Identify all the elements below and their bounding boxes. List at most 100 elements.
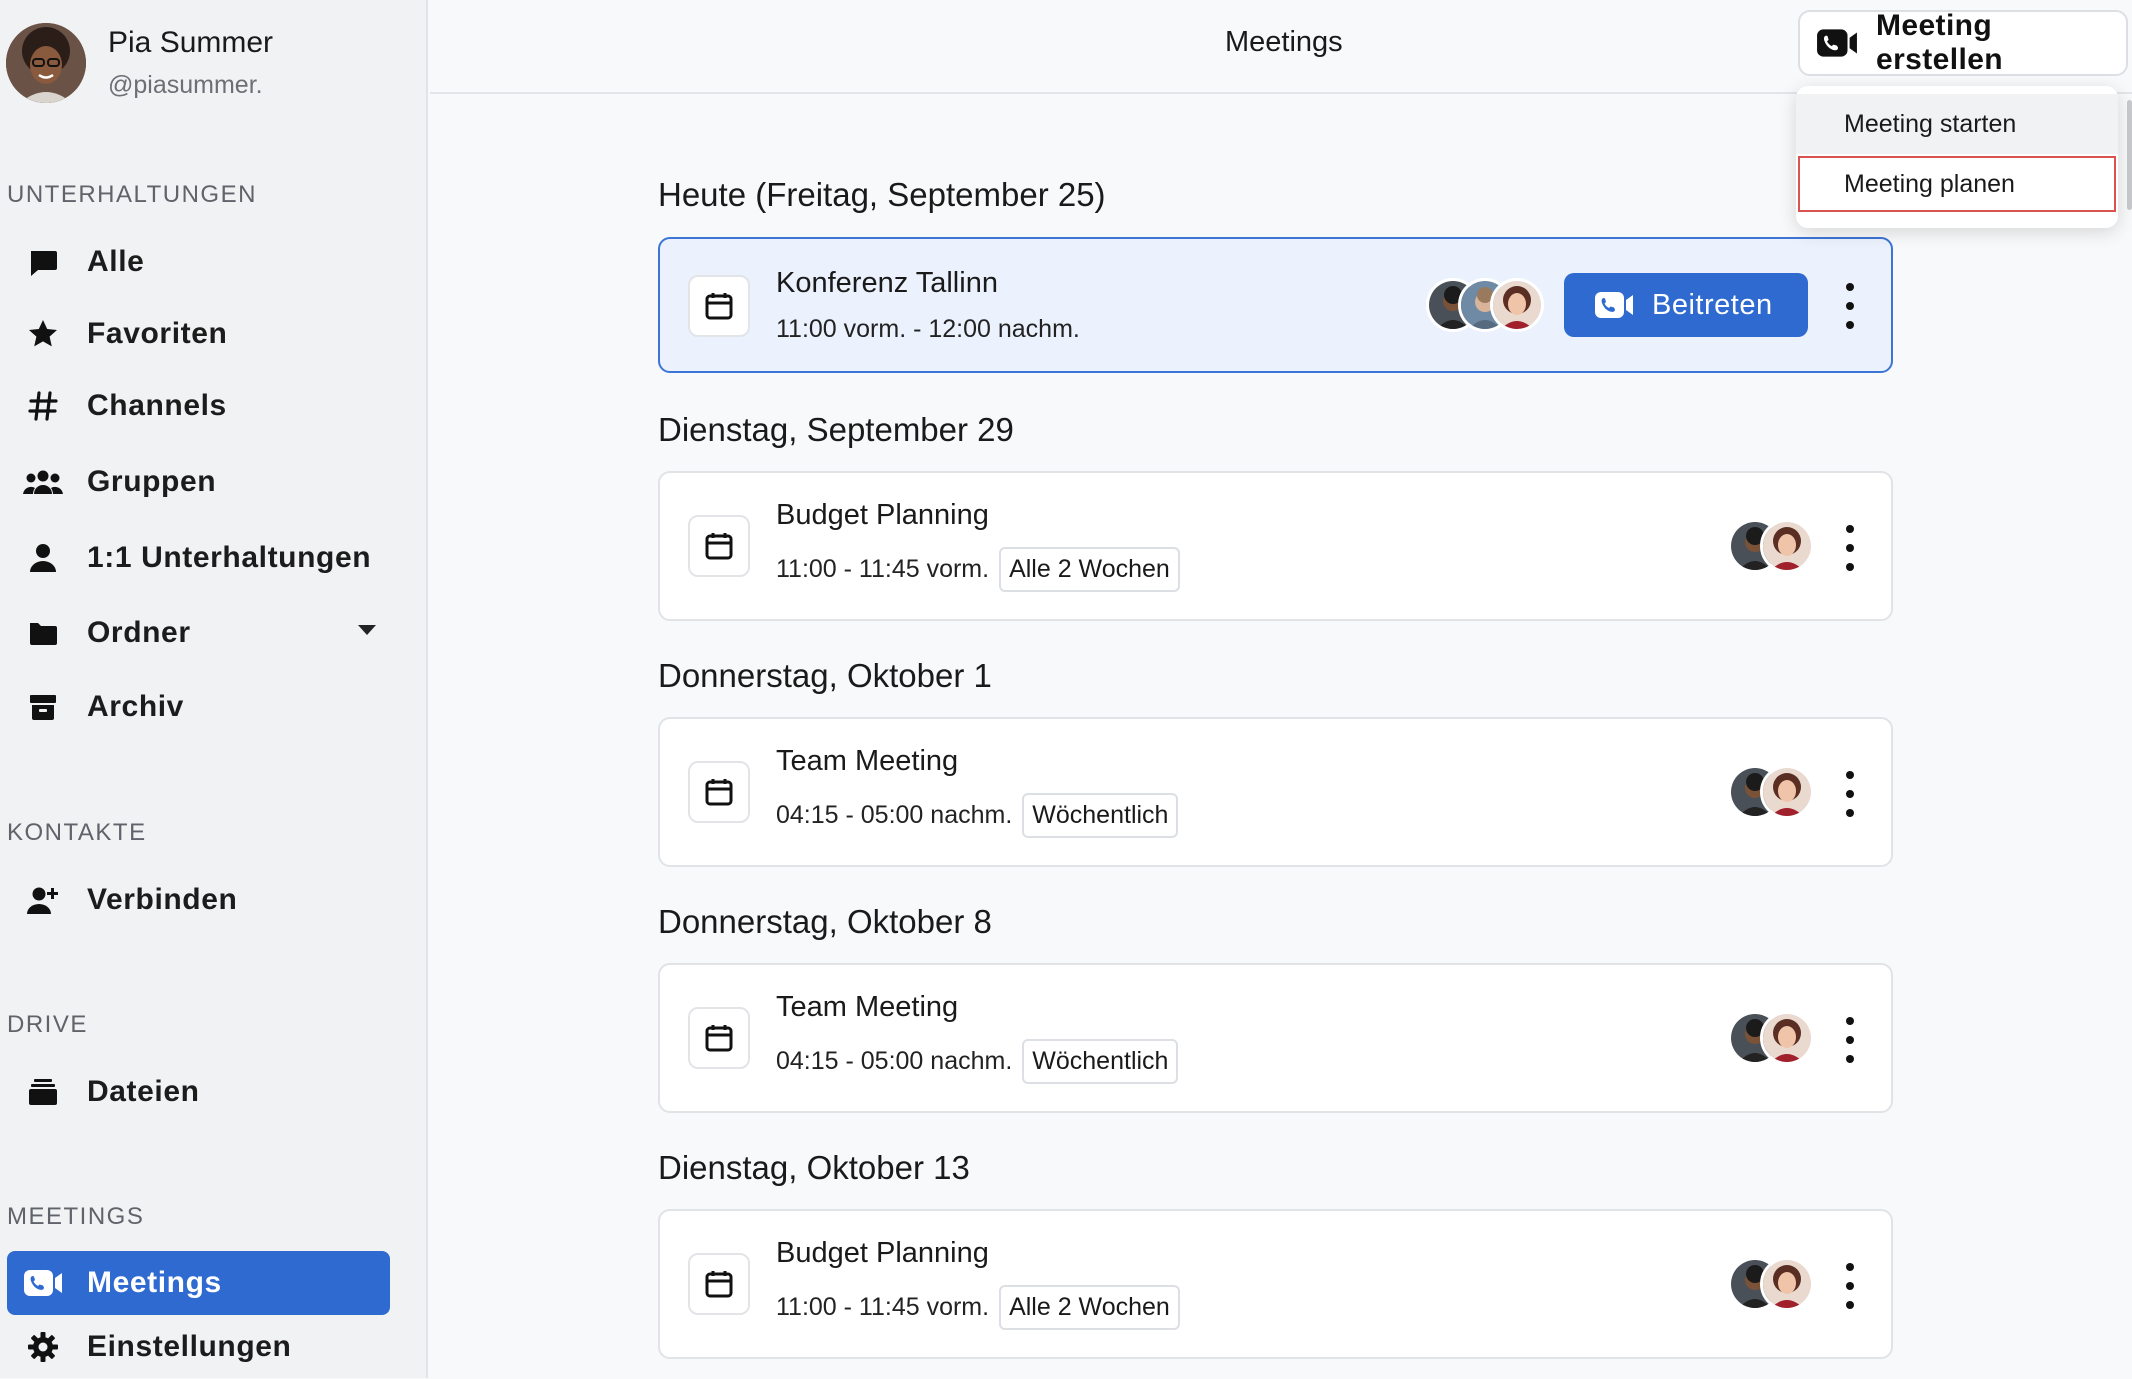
calendar-icon — [688, 275, 750, 337]
meeting-time-row: 11:00 vorm. - 12:00 nachm. — [776, 315, 1080, 344]
avatar — [1760, 1011, 1814, 1065]
calendar-icon — [688, 1007, 750, 1069]
participant-avatars[interactable] — [1426, 278, 1544, 332]
avatar — [1760, 765, 1814, 819]
meeting-card[interactable]: Budget Planning 11:00 - 11:45 vorm. Alle… — [658, 471, 1893, 621]
day-heading: Donnerstag, Oktober 1 — [658, 657, 992, 694]
sidebar-item-settings[interactable]: Einstellungen — [7, 1315, 390, 1379]
star-icon — [23, 314, 63, 354]
participant-avatars[interactable] — [1728, 765, 1814, 819]
video-camera-icon — [1594, 291, 1634, 319]
sidebar-item-groups[interactable]: Gruppen — [7, 450, 390, 514]
sidebar-item-meetings[interactable]: Meetings — [7, 1251, 390, 1315]
meeting-card[interactable]: Team Meeting 04:15 - 05:00 nachm. Wöchen… — [658, 963, 1893, 1113]
meeting-card[interactable]: Budget Planning 11:00 - 11:45 vorm. Alle… — [658, 1209, 1893, 1359]
sidebar-item-connect[interactable]: Verbinden — [7, 868, 390, 932]
sidebar-item-label: Einstellungen — [87, 1330, 292, 1363]
day-heading: Donnerstag, Oktober 8 — [658, 903, 992, 940]
recurrence-badge: Alle 2 Wochen — [999, 1285, 1180, 1330]
person-icon — [23, 538, 63, 578]
join-button[interactable]: Beitreten — [1564, 273, 1808, 337]
more-options-icon[interactable] — [1840, 1017, 1860, 1063]
sidebar-item-archive[interactable]: Archiv — [7, 675, 390, 739]
add-person-icon — [23, 880, 63, 920]
avatar — [1760, 519, 1814, 573]
recurrence-badge: Wöchentlich — [1022, 793, 1179, 838]
create-meeting-button[interactable]: Meeting erstellen — [1798, 9, 2128, 76]
participant-avatars[interactable] — [1728, 519, 1814, 573]
meeting-title: Budget Planning — [776, 1237, 989, 1269]
more-options-icon[interactable] — [1840, 283, 1860, 329]
avatar — [1490, 278, 1544, 332]
meeting-time-row: 04:15 - 05:00 nachm. Wöchentlich — [776, 793, 1179, 838]
meeting-title: Konferenz Tallinn — [776, 267, 998, 299]
archive-icon — [23, 687, 63, 727]
sidebar-item-channels[interactable]: Channels — [7, 374, 390, 438]
participant-avatars[interactable] — [1728, 1257, 1814, 1311]
more-options-icon[interactable] — [1840, 525, 1860, 571]
sidebar-item-label: Alle — [87, 245, 145, 278]
section-title-contacts: KONTAKTE — [7, 819, 147, 846]
page-title: Meetings — [1225, 26, 1343, 58]
gear-icon — [23, 1327, 63, 1367]
video-camera-icon — [23, 1263, 63, 1303]
participant-avatars[interactable] — [1728, 1011, 1814, 1065]
sidebar-item-label: Channels — [87, 389, 227, 422]
section-title-drive: DRIVE — [7, 1011, 88, 1038]
meeting-card[interactable]: Team Meeting 04:15 - 05:00 nachm. Wöchen… — [658, 717, 1893, 867]
day-heading: Heute (Freitag, September 25) — [658, 176, 1106, 213]
sidebar-item-files[interactable]: Dateien — [7, 1060, 390, 1124]
sidebar-item-label: Dateien — [87, 1075, 200, 1108]
meeting-title: Team Meeting — [776, 745, 959, 777]
calendar-icon — [688, 515, 750, 577]
day-heading: Dienstag, September 29 — [658, 411, 1014, 448]
join-button-label: Beitreten — [1652, 288, 1773, 321]
sidebar: Pia Summer @piasummer. UNTERHALTUNGEN Al… — [0, 0, 428, 1378]
chat-bubble-icon — [23, 242, 63, 282]
files-icon — [23, 1072, 63, 1112]
create-meeting-menu: Meeting starten Meeting planen — [1796, 86, 2118, 228]
sidebar-item-label: Archiv — [87, 690, 184, 723]
sidebar-item-label: Verbinden — [87, 883, 238, 916]
sidebar-item-label: Meetings — [87, 1266, 222, 1299]
menu-item-schedule-meeting[interactable]: Meeting planen — [1796, 154, 2118, 214]
section-title-meetings: MEETINGS — [7, 1203, 145, 1230]
day-heading: Dienstag, Oktober 13 — [658, 1149, 970, 1186]
calendar-icon — [688, 761, 750, 823]
video-camera-icon — [1816, 28, 1858, 58]
avatar — [1760, 1257, 1814, 1311]
sidebar-item-all[interactable]: Alle — [7, 230, 390, 294]
recurrence-badge: Wöchentlich — [1022, 1039, 1179, 1084]
group-icon — [23, 462, 63, 502]
avatar — [6, 23, 86, 103]
more-options-icon[interactable] — [1840, 1263, 1860, 1309]
user-profile[interactable]: Pia Summer @piasummer. — [6, 22, 273, 104]
profile-name: Pia Summer — [108, 26, 274, 59]
meeting-time: 04:15 - 05:00 nachm. — [776, 801, 1013, 829]
sidebar-item-folders[interactable]: Ordner — [7, 601, 390, 665]
meeting-time: 04:15 - 05:00 nachm. — [776, 1047, 1013, 1075]
more-options-icon[interactable] — [1840, 771, 1860, 817]
menu-item-start-meeting[interactable]: Meeting starten — [1796, 94, 2118, 154]
sidebar-item-direct-messages[interactable]: 1:1 Unterhaltungen — [7, 526, 390, 590]
meeting-time-row: 04:15 - 05:00 nachm. Wöchentlich — [776, 1039, 1179, 1084]
scrollbar-thumb[interactable] — [2127, 100, 2132, 210]
sidebar-item-label: Ordner — [87, 616, 191, 649]
meeting-card[interactable]: Konferenz Tallinn 11:00 vorm. - 12:00 na… — [658, 237, 1893, 373]
meeting-time-row: 11:00 - 11:45 vorm. Alle 2 Wochen — [776, 1285, 1180, 1330]
meeting-title: Budget Planning — [776, 499, 989, 531]
recurrence-badge: Alle 2 Wochen — [999, 547, 1180, 592]
create-meeting-label: Meeting erstellen — [1876, 9, 2003, 76]
section-title-conversations: UNTERHALTUNGEN — [7, 181, 257, 208]
sidebar-item-label: 1:1 Unterhaltungen — [87, 541, 372, 574]
hash-icon — [23, 386, 63, 426]
profile-handle: @piasummer. — [108, 71, 263, 99]
chevron-down-icon[interactable] — [358, 625, 376, 635]
meeting-time: 11:00 - 11:45 vorm. — [776, 1293, 990, 1321]
sidebar-item-label: Favoriten — [87, 317, 228, 350]
sidebar-item-favorites[interactable]: Favoriten — [7, 302, 390, 366]
folder-icon — [23, 613, 63, 653]
meeting-time: 11:00 vorm. - 12:00 nachm. — [776, 315, 1080, 343]
meeting-time: 11:00 - 11:45 vorm. — [776, 555, 990, 583]
sidebar-item-label: Gruppen — [87, 465, 217, 498]
